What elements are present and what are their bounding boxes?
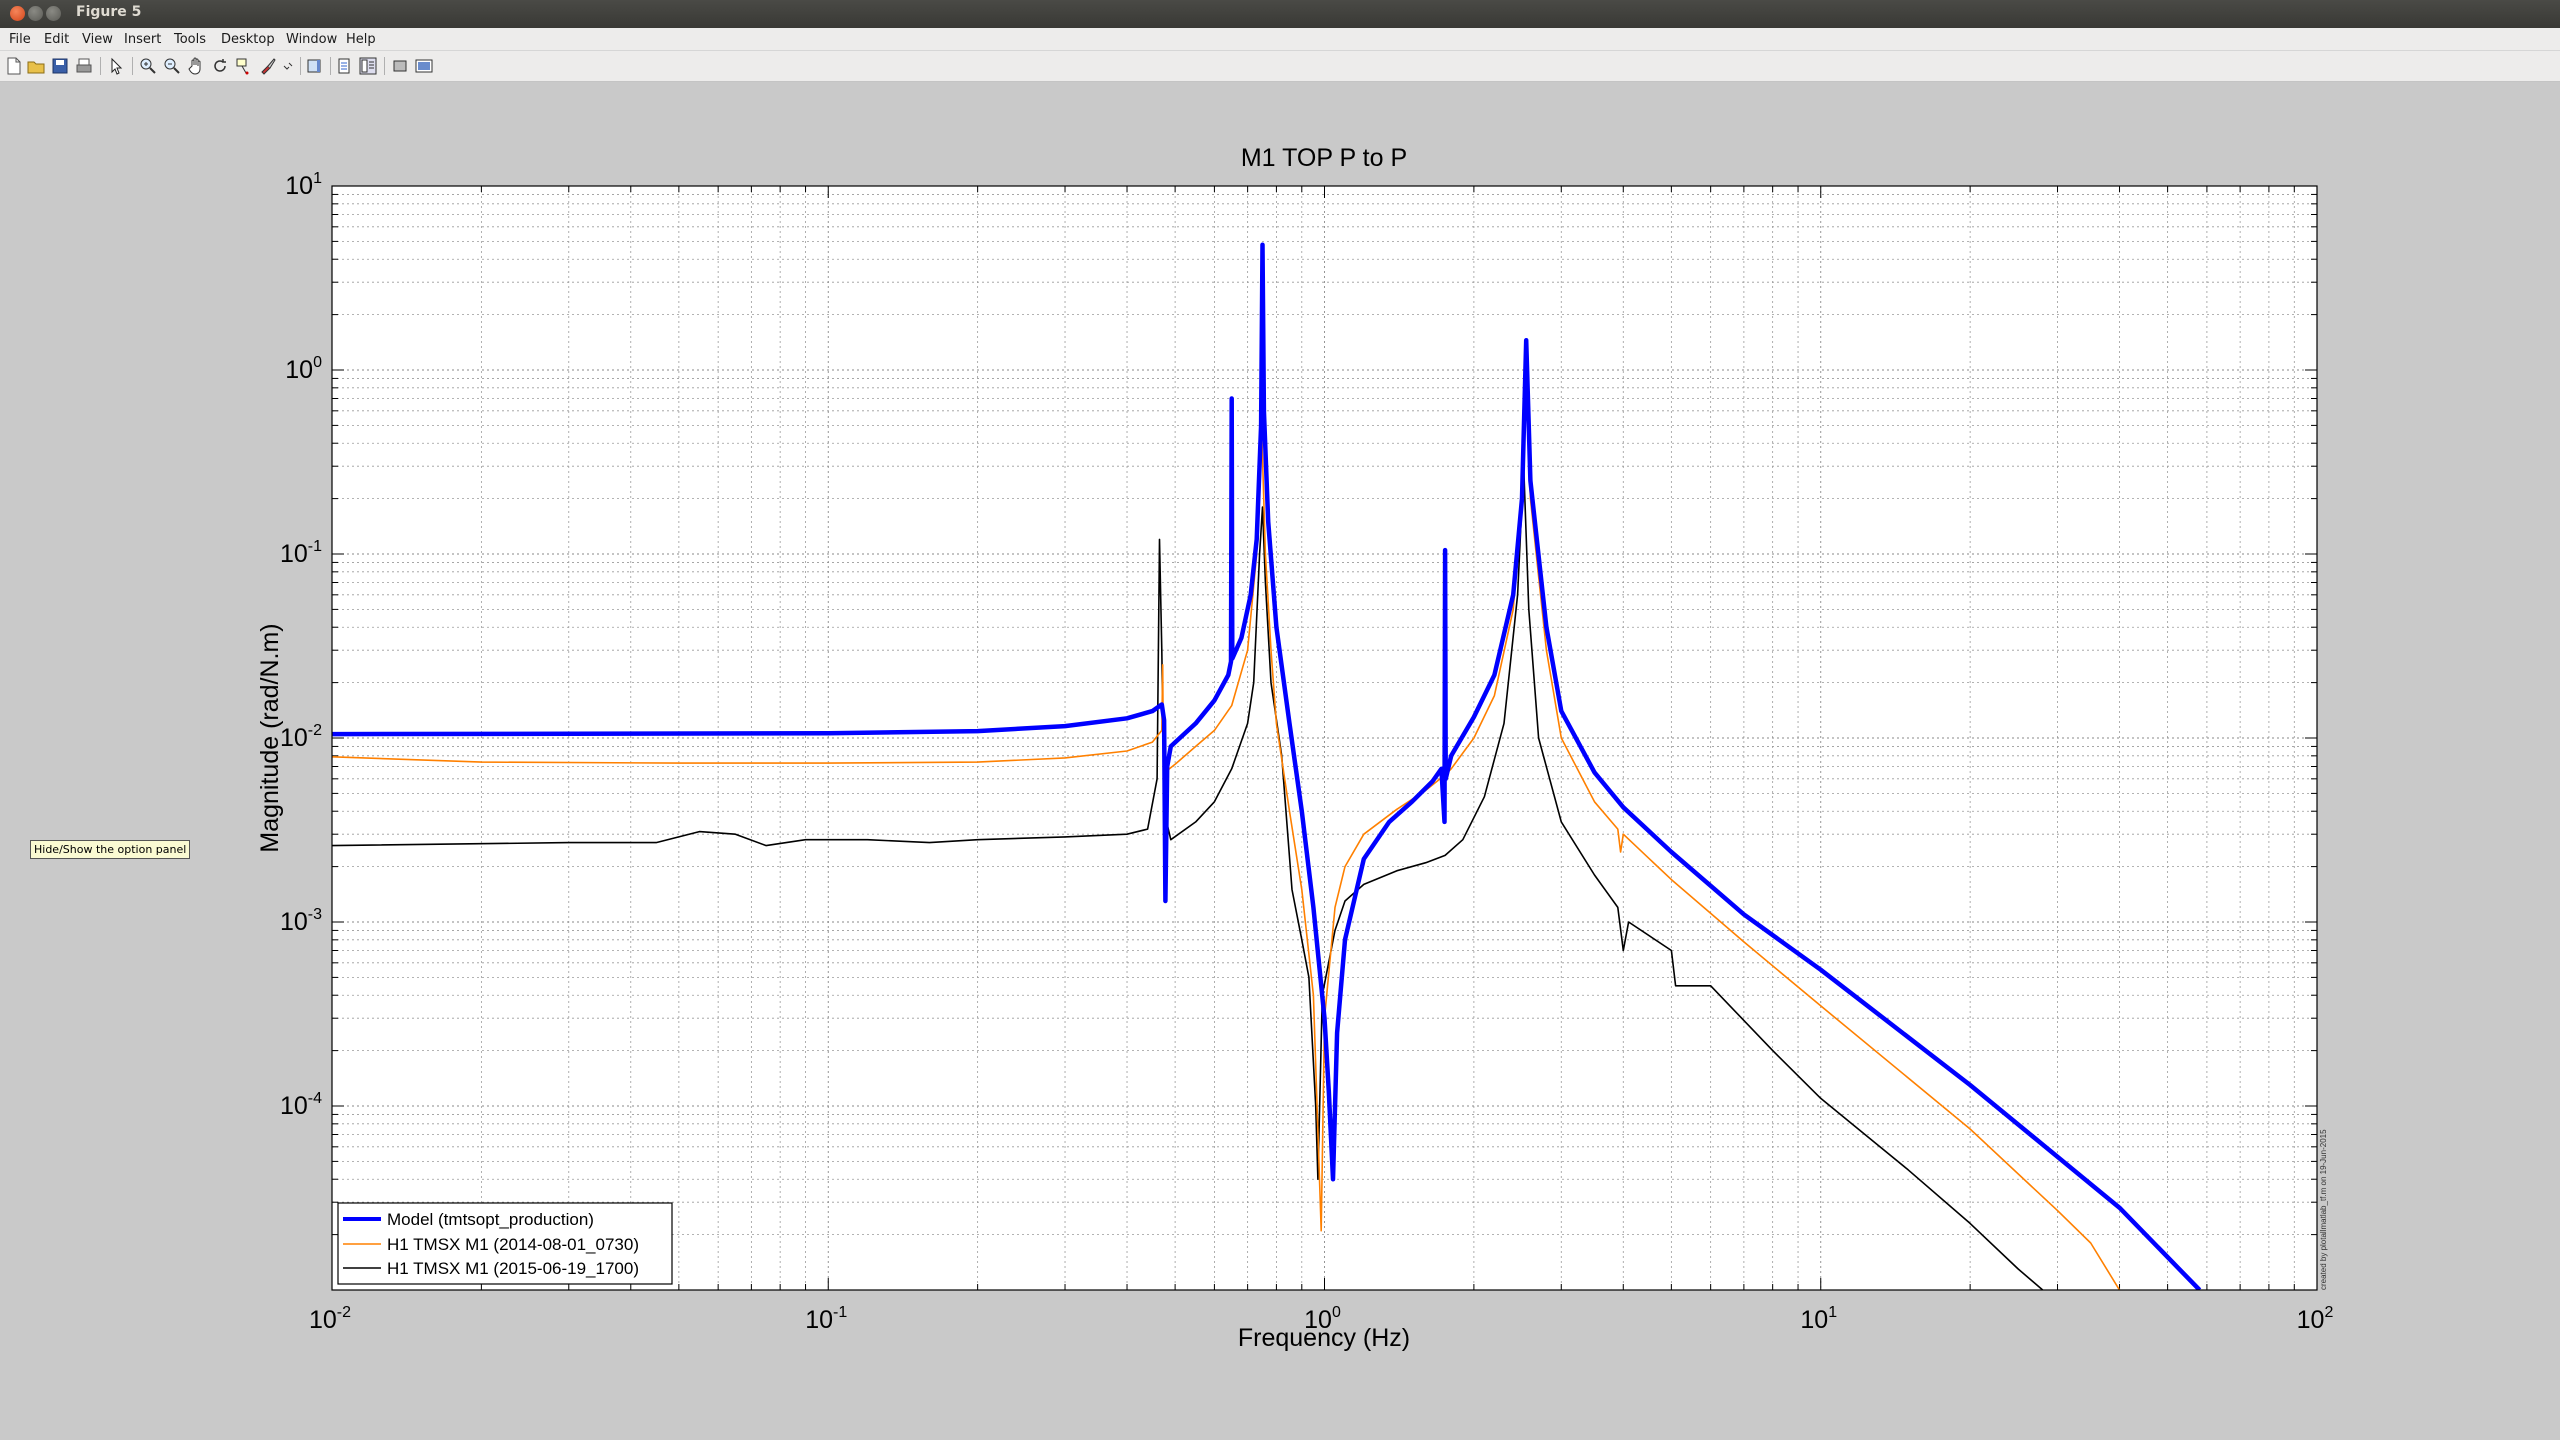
y-tick-label: 10-2 xyxy=(280,722,322,752)
y-tick-label: 100 xyxy=(285,354,322,384)
side-note: created by plotallmatlab_tf.m on 19-Jun-… xyxy=(2319,1129,2328,1290)
legend-label-model: Model (tmtsopt_production) xyxy=(387,1210,594,1229)
y-tick-label: 10-3 xyxy=(280,906,322,936)
y-axis-label: Magnitude (rad/N.m) xyxy=(256,623,284,852)
x-tick-label: 10-1 xyxy=(805,1304,847,1334)
y-tick-label: 101 xyxy=(285,170,322,200)
x-tick-label: 102 xyxy=(2297,1304,2334,1334)
legend-label-2014: H1 TMSX M1 (2014-08-01_0730) xyxy=(387,1235,639,1254)
chart-title: M1 TOP P to P xyxy=(1241,144,1407,172)
x-tick-label: 10-2 xyxy=(309,1304,351,1334)
legend: Model (tmtsopt_production) H1 TMSX M1 (2… xyxy=(337,1202,673,1285)
y-tick-label: 10-4 xyxy=(280,1090,322,1120)
option-panel-tooltip: Hide/Show the option panel xyxy=(30,840,191,859)
x-tick-label: 101 xyxy=(1800,1304,1837,1334)
x-axis-label: Frequency (Hz) xyxy=(1238,1324,1410,1352)
y-tick-label: 10-1 xyxy=(280,538,322,568)
legend-label-2015: H1 TMSX M1 (2015-06-19_1700) xyxy=(387,1259,639,1278)
figure-canvas: 10-2 10-1 100 101 10210-410-310-210-1100101 … xyxy=(256,144,2334,1352)
